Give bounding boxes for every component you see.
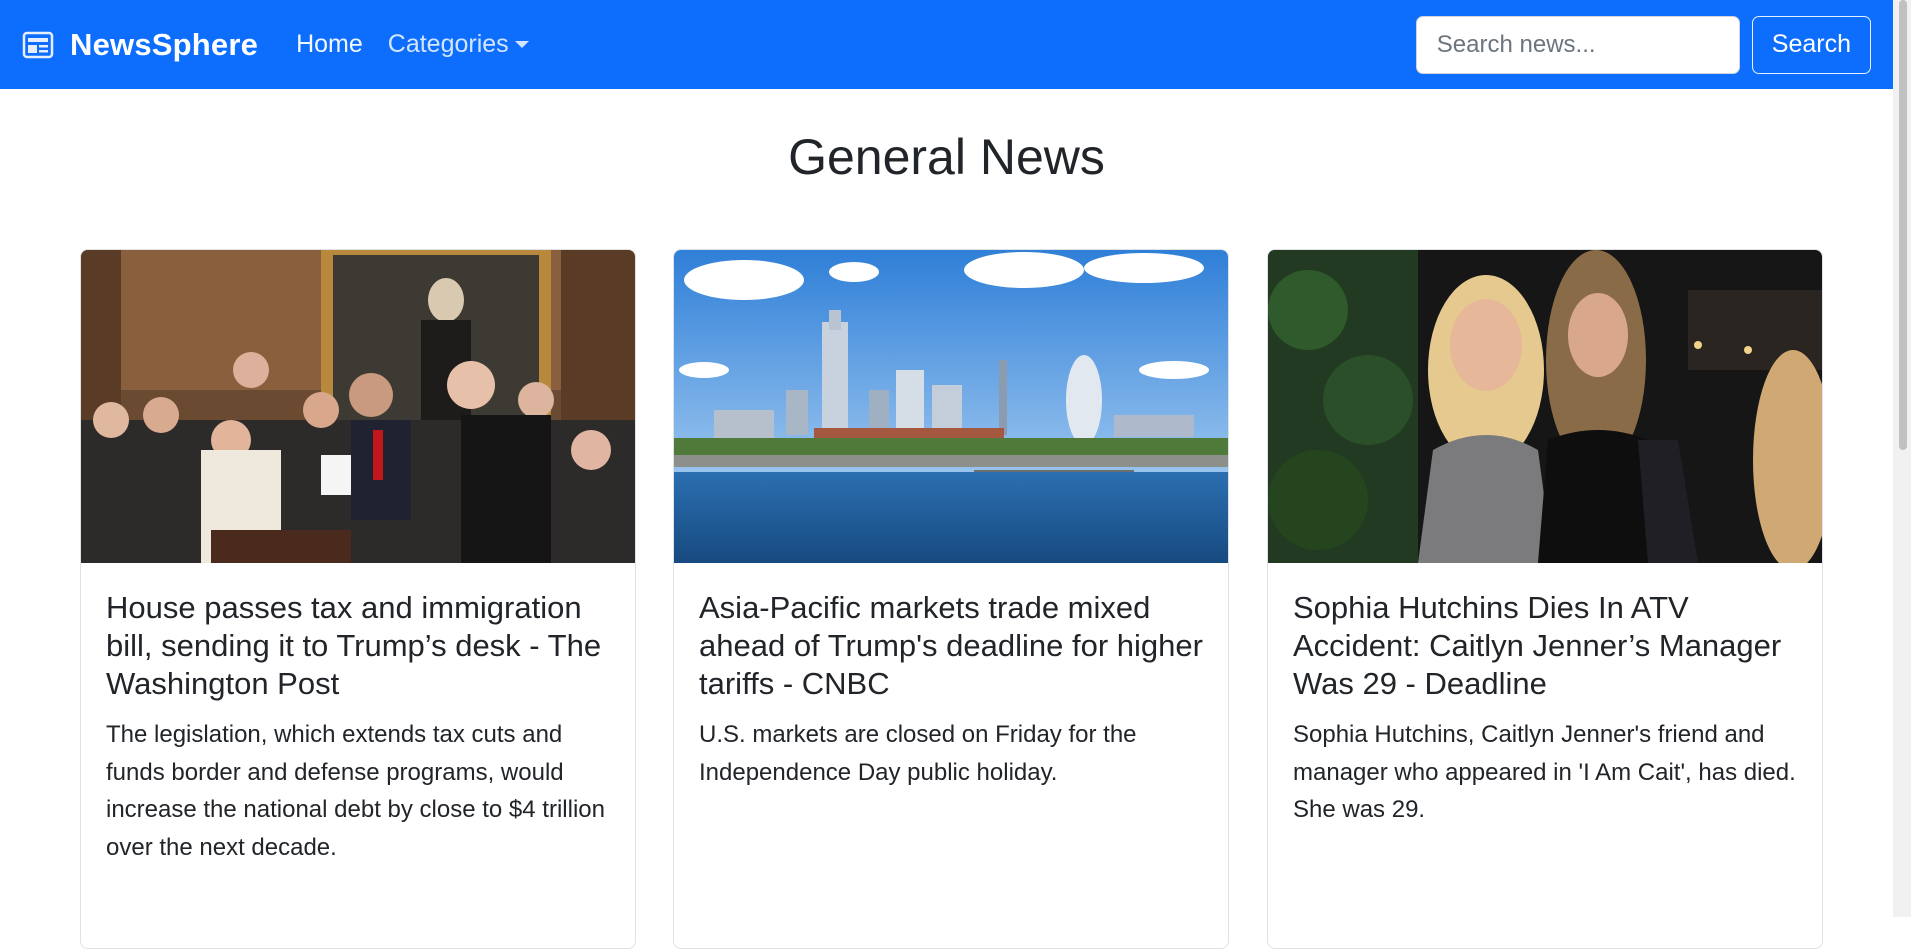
brand-name: NewsSphere xyxy=(70,26,259,62)
search-input[interactable] xyxy=(1415,15,1740,74)
article-title[interactable]: Sophia Hutchins Dies In ATV Accident: Ca… xyxy=(1293,589,1797,703)
article-description: The legislation, which extends tax cuts … xyxy=(106,721,605,861)
article-image[interactable] xyxy=(81,250,635,563)
article-image[interactable] xyxy=(674,250,1228,563)
card-body: Sophia Hutchins Dies In ATV Accident: Ca… xyxy=(1268,563,1822,849)
article-description: U.S. markets are closed on Friday for th… xyxy=(699,721,1137,786)
nav-categories-label: Categories xyxy=(387,30,509,58)
card-body: Asia-Pacific markets trade mixed ahead o… xyxy=(674,563,1228,811)
nav-links: Home Categories xyxy=(296,30,554,59)
card-body: House passes tax and immigration bill, s… xyxy=(81,563,635,886)
page-title: General News xyxy=(788,129,1105,185)
nav-home[interactable]: Home xyxy=(296,30,363,59)
scrollbar-thumb[interactable] xyxy=(1899,0,1907,450)
chevron-down-icon xyxy=(514,41,529,48)
news-card[interactable]: Sophia Hutchins Dies In ATV Accident: Ca… xyxy=(1267,249,1823,949)
news-card[interactable]: House passes tax and immigration bill, s… xyxy=(80,249,636,949)
brand-link[interactable]: NewsSphere xyxy=(22,27,258,63)
article-title[interactable]: House passes tax and immigration bill, s… xyxy=(106,589,610,703)
article-description: Sophia Hutchins, Caitlyn Jenner's friend… xyxy=(1293,721,1796,823)
news-card[interactable]: Asia-Pacific markets trade mixed ahead o… xyxy=(673,249,1229,949)
newspaper-icon xyxy=(22,30,56,60)
article-image[interactable] xyxy=(1268,250,1822,563)
navbar: NewsSphere Home Categories Search xyxy=(0,0,1893,89)
nav-categories-dropdown[interactable]: Categories xyxy=(388,30,529,59)
article-title[interactable]: Asia-Pacific markets trade mixed ahead o… xyxy=(699,589,1203,703)
search-form: Search xyxy=(1415,15,1871,74)
search-button[interactable]: Search xyxy=(1751,15,1871,74)
